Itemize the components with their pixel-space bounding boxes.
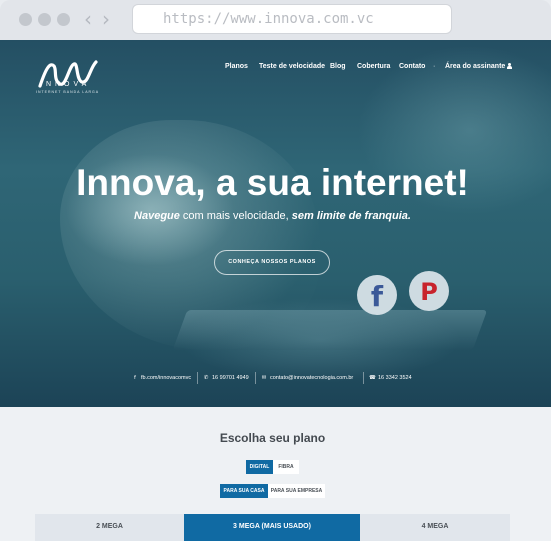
toggle-para-sua-empresa[interactable]: PARA SUA EMPRESA xyxy=(268,484,325,498)
contact-whatsapp[interactable]: ✆ 16 99701 4949 xyxy=(203,375,249,381)
plan-tab-4-mega[interactable]: 4 MEGA xyxy=(360,514,510,541)
nav-separator: · xyxy=(433,63,436,70)
nav-area-assinante[interactable]: Área do assinante xyxy=(445,63,513,70)
browser-chrome: ‹ › https://www.innova.com.vc xyxy=(0,0,551,40)
innova-logo-icon[interactable] xyxy=(36,58,100,94)
area-assinante-label: Área do assinante xyxy=(445,63,506,70)
nav-teste-velocidade[interactable]: Teste de velocidade xyxy=(259,63,325,70)
logo-tagline: INTERNET BANDA LARGA xyxy=(36,90,100,94)
whatsapp-icon: ✆ xyxy=(203,375,209,381)
hero-section: INNOVA INTERNET BANDA LARGA Planos Teste… xyxy=(0,40,551,407)
nav-contato[interactable]: Contato xyxy=(399,63,425,70)
nav-planos[interactable]: Planos xyxy=(225,63,248,70)
email-icon: ✉ xyxy=(261,375,267,381)
phone-icon: ☎ xyxy=(369,375,376,381)
contact-facebook[interactable]: f fb.com/innovacomvc xyxy=(132,375,191,381)
pinterest-bubble-icon: P xyxy=(409,271,449,311)
plan-tab-3-mega[interactable]: 3 MEGA (MAIS USADO) xyxy=(184,514,360,541)
plans-title: Escolha seu plano xyxy=(219,431,326,445)
contact-divider xyxy=(363,372,364,384)
logo-wordmark: INNOVA xyxy=(40,81,91,88)
facebook-bubble-icon: f xyxy=(357,275,397,315)
toggle-digital[interactable]: DIGITAL xyxy=(246,460,273,474)
contact-whatsapp-text: 16 99701 4949 xyxy=(212,375,249,381)
hero-subtitle: Navegue com mais velocidade, sem limite … xyxy=(0,210,545,222)
hero-title: Innova, a sua internet! xyxy=(76,162,469,203)
contact-phone[interactable]: ☎ 16 3342 3524 xyxy=(369,375,412,381)
nav-blog[interactable]: Blog xyxy=(330,63,346,70)
contact-email-text: contato@innovatecnologia.com.br xyxy=(270,375,354,381)
plan-tab-2-mega[interactable]: 2 MEGA xyxy=(35,514,184,541)
back-arrow-icon[interactable]: ‹ xyxy=(84,9,92,29)
nav-cobertura[interactable]: Cobertura xyxy=(357,63,390,70)
window-minimize-dot[interactable] xyxy=(38,13,51,26)
hero-subtitle-emphasis-1: Navegue xyxy=(134,210,180,222)
window-maximize-dot[interactable] xyxy=(57,13,70,26)
hero-subtitle-text: com mais velocidade, xyxy=(179,210,292,222)
window-close-dot[interactable] xyxy=(19,13,32,26)
plans-section: Escolha seu plano DIGITAL FIBRA PARA SUA… xyxy=(0,407,551,541)
contact-email[interactable]: ✉ contato@innovatecnologia.com.br xyxy=(261,375,354,381)
facebook-icon: f xyxy=(134,375,136,381)
user-icon xyxy=(507,63,513,69)
forward-arrow-icon[interactable]: › xyxy=(102,9,110,29)
contact-divider xyxy=(197,372,198,384)
address-bar[interactable]: https://www.innova.com.vc xyxy=(132,4,452,34)
contact-phone-text: 16 3342 3524 xyxy=(378,375,412,381)
toggle-fibra[interactable]: FIBRA xyxy=(273,460,299,474)
toggle-para-sua-casa[interactable]: PARA SUA CASA xyxy=(220,484,268,498)
hero-subtitle-emphasis-2: sem limite de franquia. xyxy=(291,210,411,222)
hero-background-device xyxy=(172,310,488,350)
contact-facebook-text: fb.com/innovacomvc xyxy=(141,375,192,381)
conheca-planos-button[interactable]: CONHEÇA NOSSOS PLANOS xyxy=(214,250,330,275)
contact-divider xyxy=(255,372,256,384)
